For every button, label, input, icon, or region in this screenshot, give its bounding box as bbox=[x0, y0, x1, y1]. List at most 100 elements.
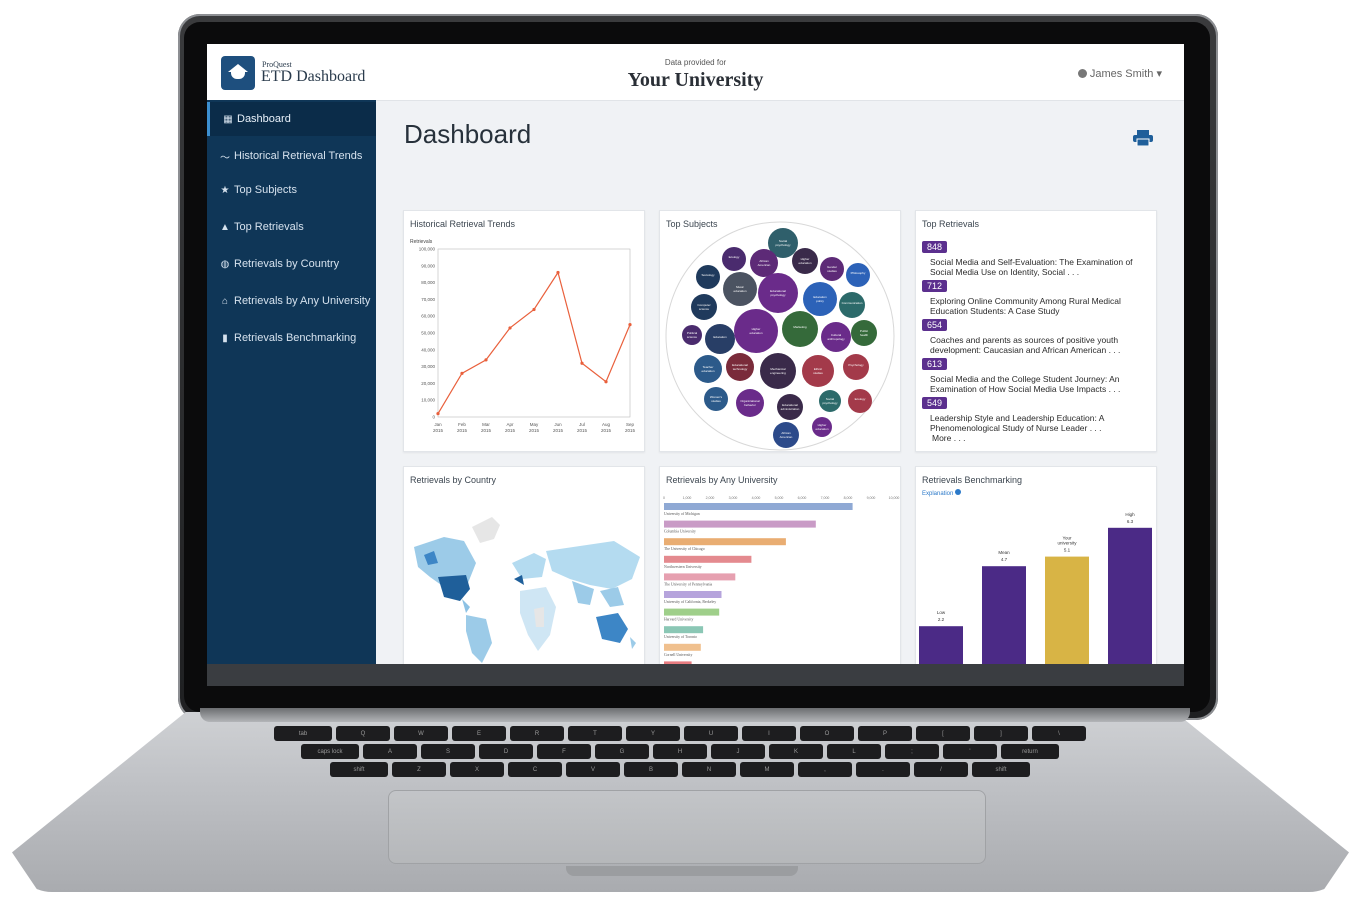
data-point[interactable] bbox=[556, 270, 560, 275]
benchmark-card[interactable]: Retrievals Benchmarking Explanation Low 2… bbox=[915, 466, 1157, 686]
retrieval-item[interactable]: 712 Exploring Online Community Among Rura… bbox=[922, 276, 1152, 316]
x-tick-label: 3,000 bbox=[729, 496, 738, 500]
subject-bubble-label: administration bbox=[781, 407, 800, 411]
university-bar[interactable] bbox=[664, 626, 704, 634]
subject-bubble-label: education bbox=[815, 427, 828, 431]
sidebar-item-retrievals-benchmarking[interactable]: ▮ Retrievals Benchmarking bbox=[207, 321, 376, 355]
keyboard-key: P bbox=[858, 726, 912, 741]
laptop-notch bbox=[566, 866, 798, 876]
page-title: Dashboard bbox=[404, 119, 532, 149]
university-bar[interactable] bbox=[664, 591, 722, 598]
star-icon: ★ bbox=[220, 184, 230, 196]
subject-bubble[interactable] bbox=[843, 354, 869, 380]
university-label: Columbia University bbox=[664, 530, 696, 534]
y-tick-label: 90,000 bbox=[421, 263, 435, 268]
keyboard-key: H bbox=[653, 744, 707, 759]
keyboard-key: F bbox=[537, 744, 591, 759]
sidebar-item-dashboard[interactable]: ▦ Dashboard bbox=[207, 102, 376, 136]
retrievals-card-title: Top Retrievals bbox=[922, 219, 980, 229]
subject-bubble[interactable] bbox=[696, 265, 720, 289]
keyboard-key: C bbox=[508, 762, 562, 777]
benchmark-bar[interactable] bbox=[1108, 527, 1152, 679]
university-name: Your University bbox=[627, 69, 764, 91]
subject-bubble[interactable] bbox=[705, 324, 735, 354]
globe-icon: ◍ bbox=[220, 258, 230, 270]
x-tick-label: 2015 bbox=[433, 428, 444, 433]
sidebar-item-top-retrievals[interactable]: ▲ Top Retrievals bbox=[207, 210, 376, 244]
university-label: Cornell University bbox=[664, 653, 692, 657]
x-tick-label: Mar bbox=[482, 422, 490, 427]
subject-bubble[interactable] bbox=[848, 389, 872, 413]
data-point[interactable] bbox=[532, 307, 536, 312]
sidebar-item-retrievals-by-any-university[interactable]: ⌂ Retrievals by Any University bbox=[207, 284, 376, 318]
subject-bubble[interactable] bbox=[722, 247, 746, 271]
retrieval-item[interactable]: 613 Social Media and the College Student … bbox=[922, 354, 1152, 394]
benchmark-value-label: 6.3 bbox=[1127, 519, 1134, 524]
keyboard-key: X bbox=[450, 762, 504, 777]
sidebar-item-top-subjects[interactable]: ★ Top Subjects bbox=[207, 173, 376, 207]
retrieval-title: Exploring Online Community Among Rural M… bbox=[930, 296, 1121, 316]
keyboard-key: D bbox=[479, 744, 533, 759]
retrieval-count-badge: 848 bbox=[922, 241, 948, 253]
country-card[interactable]: Retrievals by Country bbox=[403, 466, 645, 686]
data-point[interactable] bbox=[460, 371, 464, 375]
data-point[interactable] bbox=[484, 358, 488, 362]
university-label: Harvard University bbox=[664, 618, 694, 622]
sidebar-item-label: Top Retrievals bbox=[234, 221, 304, 233]
retrieval-item[interactable]: 848 Social Media and Self-Evaluation: The… bbox=[922, 237, 1152, 277]
world-map[interactable] bbox=[404, 467, 644, 686]
sidebar-item-label: Historical Retrieval Trends bbox=[234, 150, 363, 162]
top-bar: ProQuest ETD Dashboard Data provided for… bbox=[207, 44, 1184, 101]
keyboard-key: Q bbox=[336, 726, 390, 741]
university-bar[interactable] bbox=[664, 608, 720, 616]
x-tick-label: May bbox=[530, 422, 539, 427]
subject-bubble[interactable] bbox=[782, 311, 818, 347]
retrieval-item[interactable]: 549 Leadership Style and Leadership Educa… bbox=[922, 393, 1152, 433]
benchmark-category-label: university bbox=[1057, 541, 1077, 546]
benchmark-category-label: Low bbox=[937, 610, 946, 615]
retrieval-title: Social Media and the College Student Jou… bbox=[930, 374, 1121, 394]
subject-bubble-label: engineering bbox=[770, 371, 786, 375]
subject-bubble[interactable] bbox=[846, 263, 870, 287]
subject-bubble-label: Marketing bbox=[793, 325, 807, 329]
data-point[interactable] bbox=[628, 323, 632, 327]
keyboard-row: caps lock A S D F G H J K L; ' return bbox=[150, 744, 1210, 759]
retrieval-count-badge: 654 bbox=[922, 319, 948, 331]
x-tick-label: 6,000 bbox=[798, 496, 807, 500]
university-bar[interactable] bbox=[664, 573, 736, 581]
university-bar[interactable] bbox=[664, 555, 752, 563]
university-bar[interactable] bbox=[664, 538, 786, 546]
benchmark-bar[interactable] bbox=[1045, 556, 1089, 679]
print-icon[interactable] bbox=[1133, 130, 1153, 146]
university-bar[interactable] bbox=[664, 520, 816, 528]
university-bar[interactable] bbox=[664, 503, 853, 510]
subject-bubble-label: Sociology bbox=[701, 273, 715, 277]
retrieval-item[interactable]: 654 Coaches and parents as sources of pos… bbox=[922, 315, 1152, 355]
benchmark-value-label: 5.1 bbox=[1064, 548, 1071, 553]
keyboard-key: Y bbox=[626, 726, 680, 741]
sidebar-item-retrievals-by-country[interactable]: ◍ Retrievals by Country bbox=[207, 247, 376, 281]
subject-bubble[interactable] bbox=[839, 292, 865, 318]
subject-bubble-label: studies bbox=[711, 399, 721, 403]
retrievals-card[interactable]: Top Retrievals 848 Social Media and Self-… bbox=[915, 210, 1157, 452]
more-link[interactable]: More . . . bbox=[932, 433, 966, 443]
x-tick-label: Apr bbox=[506, 422, 514, 427]
subject-bubble-label: Communication bbox=[842, 301, 863, 305]
trends-card[interactable]: Historical Retrieval Trends Retrievals 0 1… bbox=[403, 210, 645, 452]
x-tick-label: 2015 bbox=[601, 428, 612, 433]
user-menu[interactable]: James Smith ▾ bbox=[1077, 67, 1162, 80]
university-bar[interactable] bbox=[664, 643, 701, 651]
data-point[interactable] bbox=[604, 380, 608, 384]
data-point[interactable] bbox=[436, 412, 440, 416]
y-tick-label: 10,000 bbox=[421, 398, 435, 403]
plot-frame bbox=[437, 248, 631, 418]
benchmark-bar[interactable] bbox=[982, 566, 1026, 679]
data-point[interactable] bbox=[580, 361, 584, 365]
subjects-card[interactable]: Top Subjects Social psychology Ecology Afri… bbox=[659, 210, 901, 452]
sidebar-item-historical-retrieval-trends[interactable]: 〜 Historical Retrieval Trends bbox=[207, 139, 376, 173]
x-tick-label: Feb bbox=[458, 422, 466, 427]
subject-bubble-label: Psychology bbox=[848, 363, 864, 367]
university-card[interactable]: Retrievals by Any University 0 1,000 2,000… bbox=[659, 466, 901, 686]
laptop-trackpad bbox=[388, 790, 986, 864]
data-point[interactable] bbox=[508, 326, 512, 330]
